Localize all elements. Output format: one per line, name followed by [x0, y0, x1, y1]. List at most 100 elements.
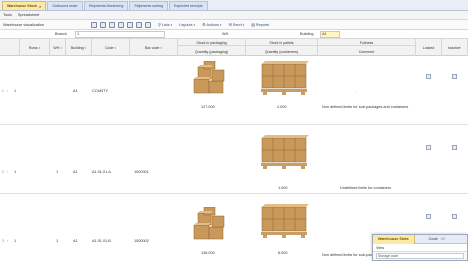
row-marker: ›: [7, 89, 9, 93]
cell-building: A1: [73, 170, 78, 174]
tab-label: Shipments Monitoring: [88, 3, 124, 8]
header-building[interactable]: Building ▾: [66, 39, 92, 56]
table-row[interactable]: 1 › 1 A1 COUNTY 127.000 2.000 - Non defi…: [0, 57, 468, 125]
cell-building: A1: [73, 89, 78, 93]
tab-shipments-sorting[interactable]: Shipments sorting: [129, 1, 169, 10]
chevron-down-icon: ▾: [193, 22, 196, 27]
row-number: 3: [2, 239, 4, 243]
dropdown-icon[interactable]: [91, 21, 97, 28]
cell-rows: 1: [14, 239, 17, 243]
menu-spreadsheet[interactable]: Spreadsheet: [18, 13, 40, 17]
lists-button[interactable]: ⚲ Lists ▾: [158, 22, 173, 28]
refresh-icon[interactable]: [136, 21, 142, 28]
table-icon[interactable]: [100, 21, 106, 28]
locked-checkbox[interactable]: [426, 74, 431, 79]
tab-label: Warehouse Stock: [7, 3, 38, 8]
popup-header: Warehouse Slots Code 00: [373, 234, 467, 244]
cell-wh: 1: [56, 239, 59, 243]
pallets-image: [261, 204, 309, 238]
toolbar-icon-group: [91, 21, 151, 28]
reports-button[interactable]: ▤ Reports: [251, 22, 270, 28]
actions-label: Actions: [206, 22, 219, 27]
header-rows[interactable]: Rows ▾: [20, 39, 50, 56]
header-inactive[interactable]: Inactive: [442, 39, 468, 56]
export-icon[interactable]: [109, 21, 115, 28]
boxes-image: [193, 61, 225, 94]
tab-label: Outbound order: [52, 3, 78, 8]
header-bar-code[interactable]: Bar code ▾: [130, 39, 178, 56]
cell-bar-code: 1000002: [134, 239, 149, 243]
tab-shipments-monitoring[interactable]: Shipments Monitoring: [83, 1, 129, 10]
row-number: 2: [2, 170, 4, 174]
pallets-image: [261, 135, 309, 169]
filter-bar: Branch 1 WH Building A1: [0, 30, 468, 39]
actions-button[interactable]: ⚙ Actions ▾: [202, 22, 222, 28]
cell-code: COUNTY: [92, 89, 109, 93]
reports-label: Reports: [255, 22, 270, 27]
inactive-checkbox[interactable]: [452, 74, 457, 79]
header-wh[interactable]: WH ▾: [50, 39, 66, 56]
header-code[interactable]: Code ▾: [92, 39, 130, 56]
funnel-icon: ⚲: [158, 23, 161, 27]
row-number: 1: [2, 89, 4, 93]
cell-fullness: -: [355, 89, 357, 93]
tab-warehouse-stock[interactable]: Warehouse Stock ×: [2, 1, 47, 11]
building-field[interactable]: A1: [320, 31, 340, 38]
layouts-button[interactable]: Layouts ▾: [179, 23, 195, 27]
print-icon[interactable]: [118, 21, 124, 28]
storage-code-field[interactable]: Storage code: [376, 253, 464, 259]
popup-tab-warehouse-slots[interactable]: Warehouse Slots: [373, 234, 415, 244]
chevron-down-icon: ▾: [242, 22, 245, 27]
close-icon[interactable]: ×: [39, 2, 41, 11]
tab-bar: Warehouse Stock × Outbound order Shipmen…: [0, 0, 468, 11]
cell-comment: Undefined limits for containers: [340, 186, 392, 190]
row-marker: ›: [7, 239, 9, 243]
cell-building: A1: [73, 239, 78, 243]
storage-grid: Rows ▾ WH ▾ Building ▾ Code ▾ Bar code ▾ Stoc…: [0, 39, 468, 261]
header-row-number: [0, 39, 20, 56]
chevron-down-icon: ▾: [219, 22, 222, 27]
report-icon: ▤: [251, 23, 255, 27]
tab-outbound-order[interactable]: Outbound order: [47, 1, 83, 10]
cell-rows: 1: [14, 89, 17, 93]
warehouse-slots-popup: Warehouse Slots Code 00 View Storage code: [372, 234, 468, 261]
popup-code-column[interactable]: Code 00: [429, 237, 445, 241]
chevron-down-icon: ▾: [170, 22, 173, 27]
inactive-checkbox[interactable]: [452, 145, 457, 150]
send-label: Send: [232, 22, 242, 27]
gear-icon: ⚙: [202, 23, 206, 27]
calendar-icon[interactable]: [127, 21, 133, 28]
grid-header: Rows ▾ WH ▾ Building ▾ Code ▾ Bar code ▾ Stoc…: [0, 39, 468, 56]
cell-rows: 1: [14, 170, 17, 174]
inactive-checkbox[interactable]: [452, 214, 457, 219]
cell-wh: 1: [56, 170, 59, 174]
header-stock-packaging[interactable]: Stock in packaging Quantity (packaging): [178, 39, 246, 56]
toolbar-title: Warehouse visualization: [3, 22, 45, 27]
send-button[interactable]: ✉ Send ▾: [229, 22, 245, 28]
cell-qty-pallets: 2.000: [277, 105, 287, 109]
header-stock-pallets[interactable]: Stock in pallets Quantity (containers): [246, 39, 318, 56]
cell-comment: Non defined limits for sub-packag: [322, 253, 379, 257]
header-fullness[interactable]: Fullness Comment: [318, 39, 416, 56]
boxes-image: [193, 207, 225, 240]
menu-bar: Tools Spreadsheet: [0, 11, 468, 20]
cell-qty-pallets: 1.000: [278, 186, 288, 190]
pallets-image: [261, 61, 309, 95]
locked-checkbox[interactable]: [426, 145, 431, 150]
locked-checkbox[interactable]: [426, 214, 431, 219]
filter-icon[interactable]: [145, 21, 151, 28]
warehouse-label: WH: [222, 32, 229, 36]
header-locked[interactable]: Locked: [416, 39, 442, 56]
lists-label: Lists: [161, 22, 170, 27]
tab-label: Expected receipts: [174, 3, 203, 8]
cell-comment: Non defined limits for sub-packages and …: [322, 105, 409, 109]
building-label: Building: [300, 32, 314, 36]
tab-expected-receipts[interactable]: Expected receipts: [169, 1, 208, 10]
branch-label: Branch: [55, 32, 68, 36]
menu-tools[interactable]: Tools: [3, 13, 12, 17]
layouts-label: Layouts: [179, 22, 193, 27]
branch-field[interactable]: 1: [75, 31, 165, 38]
cell-code: A1.01.01.A: [92, 170, 111, 174]
table-row[interactable]: 2 › 1 1 A1 A1.01.01.A 1000001 1.000 Unde…: [0, 126, 468, 194]
cell-qty-packaging: 136.000: [201, 251, 215, 255]
